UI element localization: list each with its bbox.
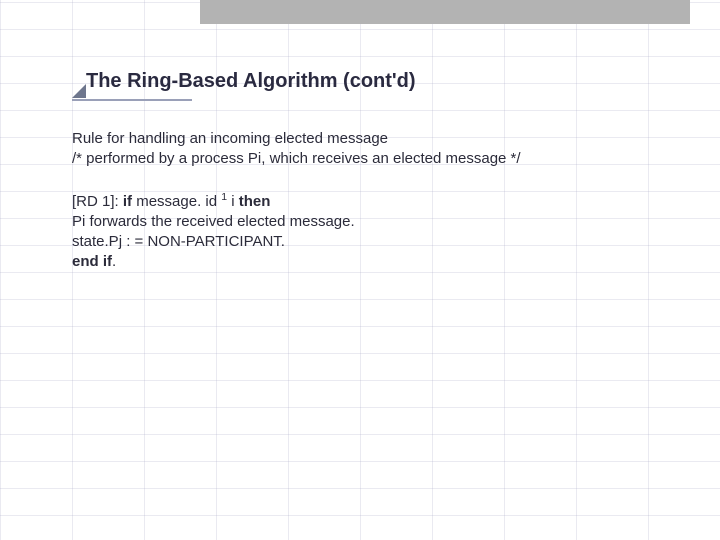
body-text: Rule for handling an incoming elected me…	[72, 129, 660, 273]
keyword-if: if	[123, 193, 132, 210]
rule-line-4: end if.	[72, 252, 660, 272]
rule-cond-i: i	[227, 193, 239, 210]
keyword-endif: end if	[72, 253, 112, 270]
title-notch-icon	[72, 84, 86, 98]
top-accent-bar	[200, 0, 690, 24]
intro-line-1: Rule for handling an incoming elected me…	[72, 129, 660, 149]
title-underline	[72, 99, 192, 101]
rule-line-1: [RD 1]: if message. id 1 i then	[72, 192, 660, 212]
slide-content: The Ring-Based Algorithm (cont'd) Rule f…	[72, 70, 660, 295]
rule-line-2: Pi forwards the received elected message…	[72, 212, 660, 232]
page-title: The Ring-Based Algorithm (cont'd)	[82, 70, 416, 93]
intro-line-2: /* performed by a process Pi, which rece…	[72, 149, 660, 169]
title-row: The Ring-Based Algorithm (cont'd)	[72, 70, 660, 93]
intro-paragraph: Rule for handling an incoming elected me…	[72, 129, 660, 170]
rule-paragraph: [RD 1]: if message. id 1 i then Pi forwa…	[72, 192, 660, 273]
rule-cond-prefix: message. id	[132, 193, 221, 210]
rule-label: [RD 1]:	[72, 193, 123, 210]
rule-line-3: state.Pj : = NON-PARTICIPANT.	[72, 232, 660, 252]
keyword-then: then	[239, 193, 271, 210]
